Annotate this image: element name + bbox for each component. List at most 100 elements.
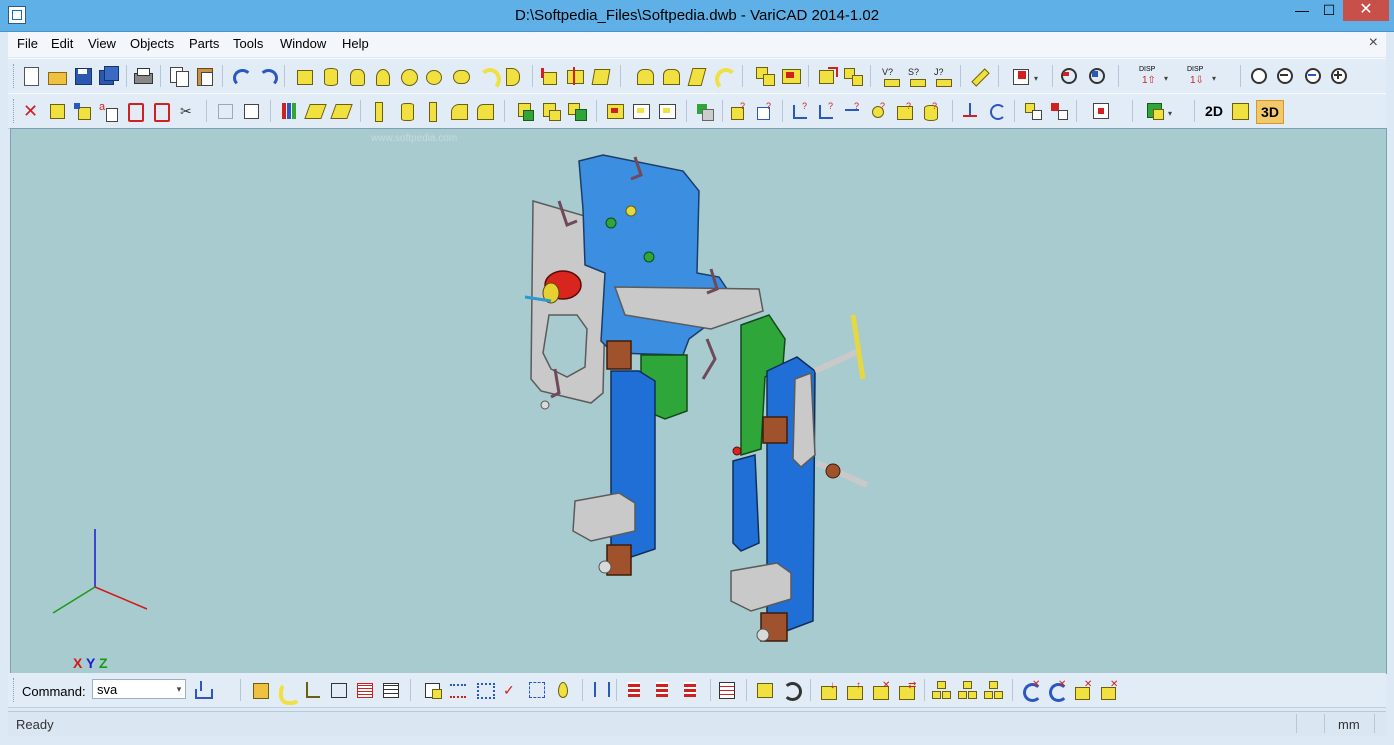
cut-plane-icon[interactable] — [304, 100, 327, 122]
elbow-solid-icon[interactable] — [476, 65, 501, 91]
open-file-icon[interactable] — [46, 65, 68, 87]
tree-add-icon[interactable] — [930, 679, 952, 701]
measure-point-icon[interactable]: ? — [868, 100, 890, 122]
insert-part-icon[interactable] — [514, 100, 536, 122]
surface-query-icon[interactable]: S? — [906, 65, 928, 87]
extrude-icon[interactable] — [538, 65, 560, 87]
chamfer-solid-icon[interactable] — [660, 65, 682, 87]
zoom-previous-icon[interactable] — [1058, 65, 1080, 87]
new-file-icon[interactable] — [20, 65, 42, 87]
redo-icon[interactable] — [256, 65, 278, 87]
rib-icon[interactable] — [368, 100, 390, 122]
toolbar-grip[interactable] — [13, 64, 18, 88]
text-attribute-icon[interactable]: a — [98, 100, 120, 122]
insert-solid-icon[interactable] — [540, 100, 562, 122]
menu-objects[interactable]: Objects — [130, 36, 174, 51]
toolbar-grip[interactable] — [13, 99, 18, 123]
chamfer-icon[interactable] — [474, 100, 496, 122]
select-objects-icon[interactable] — [526, 679, 548, 701]
sphere-solid-icon[interactable] — [398, 65, 420, 87]
hole-thread-icon[interactable] — [150, 100, 172, 122]
view-dropdown-icon[interactable]: ▾ — [1032, 65, 1054, 87]
delete-solid-icon[interactable]: ✕ — [1072, 679, 1094, 701]
thread-icon[interactable] — [396, 100, 418, 122]
color-layer-icon[interactable] — [278, 100, 300, 122]
section-icon[interactable] — [330, 100, 353, 122]
transform-icon[interactable] — [72, 100, 94, 122]
loft-icon[interactable] — [590, 65, 612, 87]
hide-solid-icon[interactable] — [214, 100, 236, 122]
cone-solid-icon[interactable] — [346, 65, 368, 87]
edit-solid-icon[interactable] — [968, 65, 990, 87]
fillet-icon[interactable] — [448, 100, 470, 122]
move-object-icon[interactable] — [46, 100, 68, 122]
3d-viewport[interactable]: www.softpedia.com X Y Z — [10, 128, 1387, 674]
display-up-icon[interactable]: DISP 1⇧ — [1138, 65, 1160, 87]
attributes-icon[interactable] — [474, 679, 496, 701]
ref-solid-center-icon[interactable] — [630, 100, 652, 122]
delete-icon[interactable]: ✕ — [20, 100, 42, 122]
swap-view-icon[interactable] — [1048, 100, 1070, 122]
minimize-button[interactable]: — — [1289, 0, 1315, 21]
display-mode-dropdown-icon[interactable]: ▾ — [1166, 100, 1188, 122]
measure-angle-icon[interactable]: ? — [790, 100, 812, 122]
zoom-all-icon[interactable] — [1086, 65, 1108, 87]
measure-length-icon[interactable]: ? — [816, 100, 838, 122]
torus-solid-icon[interactable] — [424, 65, 446, 87]
close-button[interactable]: ✕ — [1343, 0, 1389, 21]
truncated-cone-icon[interactable] — [372, 65, 394, 87]
check-icon[interactable]: ✓ — [500, 679, 522, 701]
menu-help[interactable]: Help — [342, 36, 369, 51]
solid-up-icon[interactable]: ↑ — [844, 679, 866, 701]
2d-hatch-icon[interactable] — [328, 679, 350, 701]
display-up-dropdown-icon[interactable]: ▾ — [1162, 65, 1184, 87]
box-solid-icon[interactable] — [294, 65, 316, 87]
solid-remove-icon[interactable]: ✕ — [870, 679, 892, 701]
reload-remove-icon[interactable]: ✕ — [1020, 679, 1042, 702]
check-distance-icon[interactable]: ? — [754, 100, 776, 122]
save-all-icon[interactable] — [98, 65, 120, 87]
twist-solid-icon[interactable] — [686, 65, 708, 87]
menu-window[interactable]: Window — [280, 36, 326, 51]
cylinder-solid-icon[interactable] — [320, 65, 342, 87]
maximize-button[interactable]: ☐ — [1316, 0, 1342, 21]
rotate-view-icon[interactable] — [986, 100, 1008, 122]
hole-icon[interactable] — [124, 100, 146, 122]
hierarchy-icon[interactable] — [590, 679, 612, 701]
2d-line-icon[interactable] — [302, 679, 324, 701]
group-red-list-icon[interactable] — [680, 679, 702, 701]
inertia-query-icon[interactable]: J? — [932, 65, 954, 87]
groove-icon[interactable] — [422, 100, 444, 122]
reload-cancel-icon[interactable]: ✕ — [1046, 679, 1068, 702]
display-mode-icon[interactable] — [1144, 100, 1166, 122]
zoom-out-icon[interactable] — [1274, 65, 1296, 87]
coordinate-system-icon[interactable] — [960, 100, 982, 122]
display-down-dropdown-icon[interactable]: ▾ — [1210, 65, 1232, 87]
measure-radius-icon[interactable]: ? — [842, 100, 864, 122]
links-icon[interactable] — [448, 679, 470, 701]
mode-3d-button[interactable]: 3D — [1256, 100, 1284, 124]
mode-2d-button[interactable]: 2D — [1202, 100, 1226, 122]
profile-solid-icon[interactable] — [634, 65, 656, 87]
command-history-icon[interactable] — [192, 679, 214, 701]
drop-icon[interactable] — [552, 679, 574, 701]
paste-icon[interactable] — [194, 65, 216, 87]
solid-swap-icon[interactable]: ⇄ — [896, 679, 918, 701]
update-icon[interactable] — [754, 679, 776, 701]
display-down-icon[interactable]: DISP 1⇩ — [1186, 65, 1208, 87]
cad-model[interactable] — [11, 129, 1386, 673]
ref-solid-up-icon[interactable] — [604, 100, 626, 122]
boolean-add-icon[interactable] — [754, 65, 776, 87]
assembly-links-icon[interactable] — [566, 100, 588, 122]
zoom-window-icon[interactable] — [1248, 65, 1270, 87]
split-view-icon[interactable] — [1022, 100, 1044, 122]
pipe-solid-icon[interactable] — [450, 65, 472, 87]
menu-tools[interactable]: Tools — [233, 36, 263, 51]
pan-left-icon[interactable] — [1302, 65, 1324, 87]
save-icon[interactable] — [72, 65, 94, 87]
sweep-solid-icon[interactable] — [712, 65, 737, 91]
measure-surface-icon[interactable]: ? — [894, 100, 916, 122]
check-interference-icon[interactable]: ? — [728, 100, 750, 122]
solid-colors-icon[interactable] — [694, 100, 716, 122]
ref-solid-down-icon[interactable] — [656, 100, 678, 122]
